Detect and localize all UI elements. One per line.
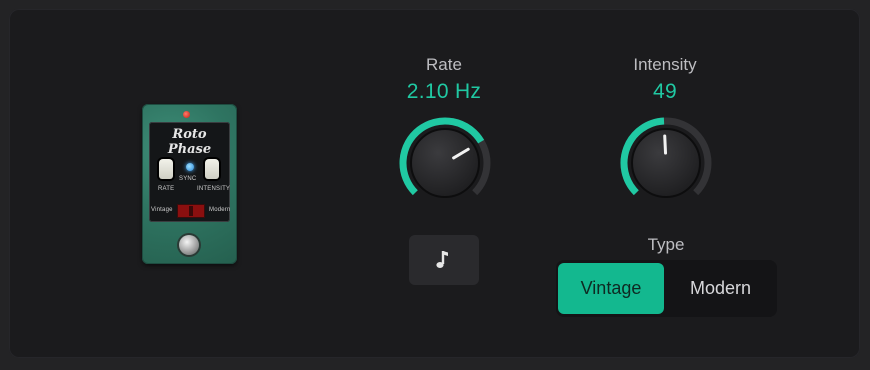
rate-value: 2.10 Hz xyxy=(406,80,482,103)
pedal-sync-label: SYNC xyxy=(179,176,197,182)
pedal-face: Roto Phase SYNC RATE INTENSITY Vintage M… xyxy=(149,122,230,222)
intensity-knob[interactable] xyxy=(618,115,714,211)
rate-label: Rate xyxy=(426,55,462,74)
pedal-sync-light xyxy=(186,163,194,171)
pedal-vintage-label: Vintage xyxy=(151,207,173,213)
pedal-intensity-label: INTENSITY xyxy=(197,186,231,192)
type-label: Type xyxy=(647,235,685,254)
type-vintage-button[interactable]: Vintage xyxy=(558,263,664,314)
intensity-knob-graphic xyxy=(620,117,712,198)
pedal-title: Roto Phase xyxy=(167,127,212,157)
roto-phase-pedal: Roto Phase SYNC RATE INTENSITY Vintage M… xyxy=(142,104,237,264)
pedal-footswitch xyxy=(179,235,199,255)
type-modern-button[interactable]: Modern xyxy=(666,263,775,314)
rate-knob[interactable] xyxy=(397,115,493,211)
sync-button[interactable] xyxy=(409,235,479,285)
intensity-value: 49 xyxy=(653,80,677,103)
music-note-icon xyxy=(436,251,448,268)
pedal-rate-knob xyxy=(159,159,173,179)
intensity-label: Intensity xyxy=(633,55,697,74)
pedal-led xyxy=(183,111,190,118)
pedal-type-switch xyxy=(177,204,205,218)
pedal-modern-label: Modern xyxy=(209,207,231,213)
type-segmented-control: Vintage Modern xyxy=(556,260,777,317)
pedal-intensity-knob xyxy=(205,159,219,179)
pedal-rate-label: RATE xyxy=(158,186,175,192)
rate-knob-graphic xyxy=(399,117,491,198)
